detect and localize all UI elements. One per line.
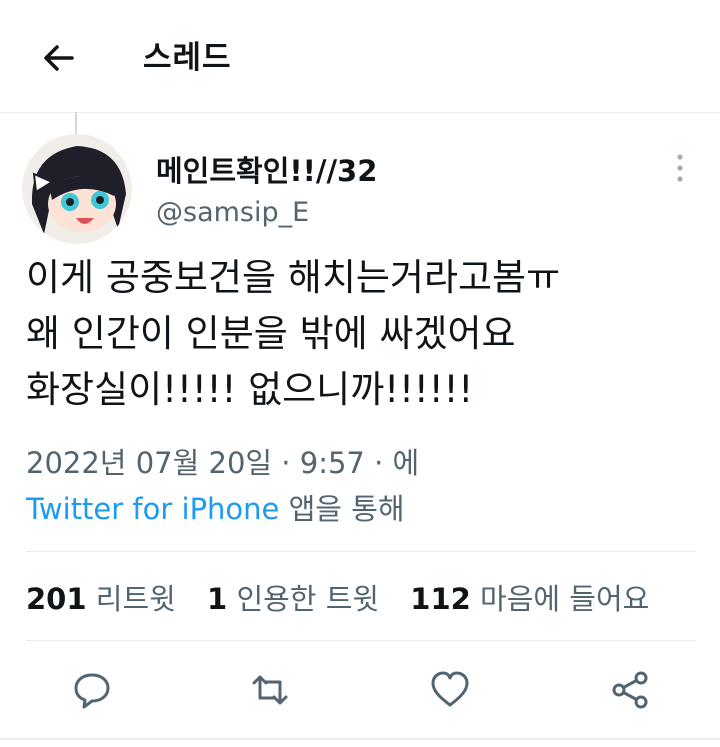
quote-count[interactable]: 1 인용한 트윗 [207,582,379,616]
like-count[interactable]: 112 마음에 들어요 [410,582,649,616]
author-name[interactable]: 메인트확인!!//32 [156,148,377,190]
retweet-icon[interactable] [248,668,292,712]
author-handle[interactable]: @samsip_E [156,197,309,228]
source-app-link[interactable]: Twitter for iPhone [26,492,279,526]
source-suffix: 앱을 통해 [279,492,405,526]
action-bar [0,658,720,718]
back-arrow-icon[interactable] [38,38,78,78]
retweet-count[interactable]: 201 리트윗 [26,582,176,616]
avatar[interactable] [22,134,132,244]
more-vertical-icon[interactable] [668,150,692,186]
header-bar: 스레드 [0,0,720,113]
divider [26,640,696,641]
divider [0,738,720,740]
tweet-text: 이게 공중보건을 해치는거라고봄ㅠ 왜 인간이 인분을 밖에 싸겠어요 화장실이… [26,250,706,418]
like-icon[interactable] [428,668,472,712]
reply-icon[interactable] [70,668,114,712]
tweet-timestamp: 2022년 07월 20일 · 9:57 · 에 [26,446,420,480]
tweet-source: Twitter for iPhone 앱을 통해 [26,486,405,528]
share-icon[interactable] [608,668,652,712]
tweet-line-1: 이게 공중보건을 해치는거라고봄ㅠ [26,256,561,299]
divider [26,551,696,552]
tweet-stats: 201 리트윗 1 인용한 트윗 112 마음에 들어요 [26,576,671,618]
tweet-line-2: 왜 인간이 인분을 밖에 싸겠어요 [26,312,516,355]
page-title: 스레드 [143,40,232,76]
tweet-line-3: 화장실이!!!!! 없으니까!!!!!! [26,368,474,411]
thread-connector-line [75,112,77,134]
